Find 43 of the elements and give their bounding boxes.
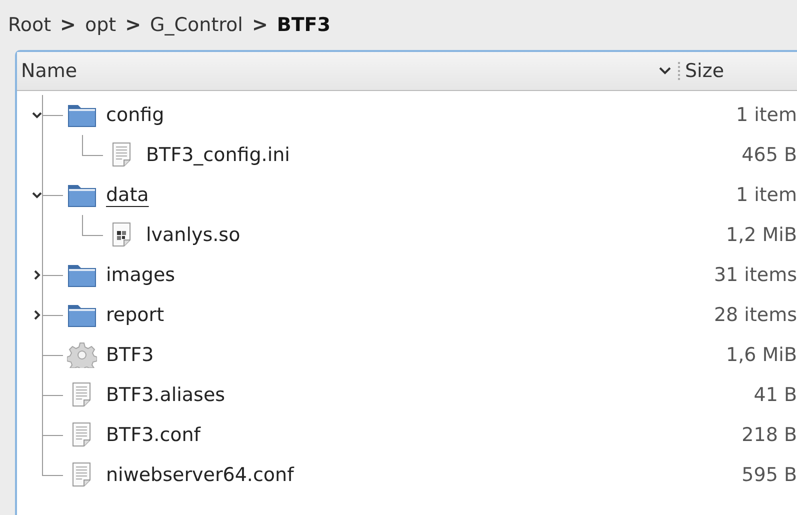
- file-size: 465 B: [740, 144, 797, 166]
- file-size: 1,2 MiB: [725, 224, 797, 246]
- file-name[interactable]: niwebserver64.conf: [106, 464, 294, 486]
- breadcrumb-separator: >: [125, 14, 142, 36]
- file-name[interactable]: BTF3.aliases: [106, 384, 226, 406]
- tree-line: [82, 135, 103, 156]
- breadcrumb-item[interactable]: BTF3: [276, 14, 331, 36]
- chevron-right-icon[interactable]: [32, 270, 42, 280]
- file-size: 1 item: [734, 184, 797, 206]
- folder-icon: [67, 262, 97, 288]
- file-size: 1 item: [734, 104, 797, 126]
- tree-line: [42, 375, 63, 415]
- breadcrumb-separator: >: [252, 14, 268, 36]
- file-name[interactable]: lvanlys.so: [146, 224, 240, 246]
- breadcrumb-item[interactable]: opt: [84, 14, 116, 36]
- file-name[interactable]: BTF3_config.ini: [146, 144, 290, 166]
- gear-icon: [67, 342, 97, 368]
- tree-line: [82, 215, 103, 236]
- breadcrumb-item[interactable]: G_Control: [150, 14, 243, 36]
- chevron-down-icon[interactable]: [32, 190, 42, 200]
- file-size: 41 B: [752, 384, 797, 406]
- chevron-right-icon[interactable]: [32, 310, 42, 320]
- file-name[interactable]: BTF3: [106, 344, 154, 366]
- file-size: 28 items: [712, 304, 797, 326]
- file-name[interactable]: BTF3.conf: [106, 424, 200, 446]
- tree-line: [42, 335, 63, 375]
- column-header[interactable]: Name: [17, 60, 658, 82]
- folder-icon: [67, 102, 97, 128]
- breadcrumb-item[interactable]: Root: [8, 14, 52, 36]
- folder-icon: [67, 182, 97, 208]
- file-name[interactable]: images: [106, 264, 176, 286]
- file-name[interactable]: config: [106, 104, 164, 126]
- file-size: 595 B: [740, 464, 797, 486]
- breadcrumb-separator: >: [60, 14, 76, 36]
- file-size: 31 items: [712, 264, 797, 286]
- file-size: 218 B: [740, 424, 797, 446]
- folder-icon: [67, 302, 97, 328]
- column-header[interactable]: Size: [685, 60, 797, 82]
- tree-line: [42, 295, 63, 335]
- file-size: 1,6 MiB: [725, 344, 797, 366]
- file-name[interactable]: report: [106, 304, 164, 326]
- chevron-down-icon[interactable]: [32, 110, 42, 120]
- file-name[interactable]: data: [106, 184, 149, 206]
